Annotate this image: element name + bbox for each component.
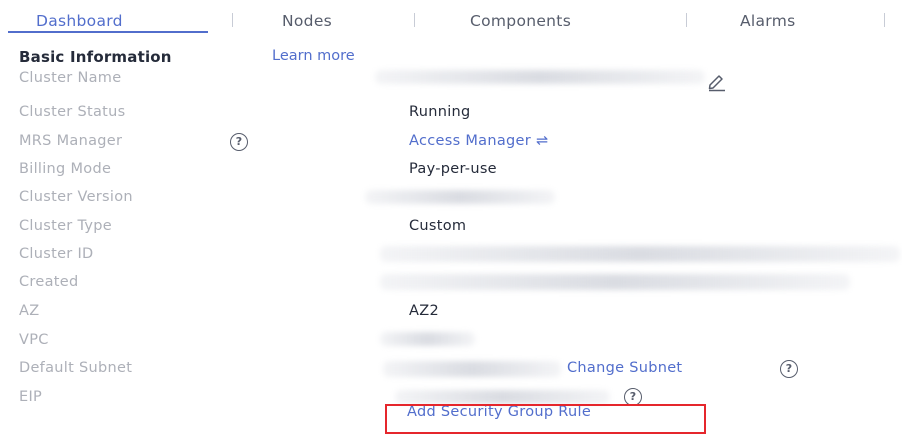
cluster-name-value-redacted <box>375 70 705 84</box>
tab-nodes[interactable]: Nodes <box>282 8 332 34</box>
tab-components[interactable]: Components <box>470 8 571 34</box>
cluster-status-value: Running <box>409 104 471 120</box>
label-default-subnet: Default Subnet <box>19 360 133 376</box>
tab-divider <box>884 13 885 27</box>
help-icon[interactable]: ? <box>230 133 248 151</box>
highlight-box <box>385 404 706 434</box>
tab-divider <box>414 13 415 27</box>
cluster-version-value-redacted <box>365 190 555 204</box>
pencil-icon[interactable] <box>706 72 728 92</box>
label-vpc: VPC <box>19 332 49 348</box>
label-cluster-name: Cluster Name <box>19 70 122 86</box>
eip-value-redacted <box>395 390 610 404</box>
tab-alarms[interactable]: Alarms <box>740 8 795 34</box>
az-value: AZ2 <box>409 303 439 319</box>
label-mrs-manager: MRS Manager <box>19 133 123 149</box>
billing-mode-value: Pay-per-use <box>409 161 497 177</box>
help-icon[interactable]: ? <box>780 360 798 378</box>
change-subnet-link[interactable]: Change Subnet <box>567 360 682 376</box>
tab-divider <box>686 13 687 27</box>
created-value-redacted <box>380 274 850 290</box>
access-manager-link[interactable]: Access Manager ⇌ <box>409 133 548 149</box>
cluster-id-value-redacted <box>380 246 900 262</box>
label-az: AZ <box>19 303 40 319</box>
label-eip: EIP <box>19 389 43 405</box>
active-tab-indicator <box>8 31 208 33</box>
label-cluster-id: Cluster ID <box>19 246 94 262</box>
label-billing-mode: Billing Mode <box>19 161 112 177</box>
label-cluster-status: Cluster Status <box>19 104 126 120</box>
default-subnet-value-redacted <box>383 361 561 377</box>
section-title: Basic Information <box>19 48 172 66</box>
vpc-value-redacted <box>380 332 475 346</box>
label-cluster-type: Cluster Type <box>19 218 112 234</box>
learn-more-link[interactable]: Learn more <box>272 48 355 64</box>
cluster-type-value: Custom <box>409 218 467 234</box>
tab-divider <box>232 13 233 27</box>
label-created: Created <box>19 274 79 290</box>
label-cluster-version: Cluster Version <box>19 189 133 205</box>
